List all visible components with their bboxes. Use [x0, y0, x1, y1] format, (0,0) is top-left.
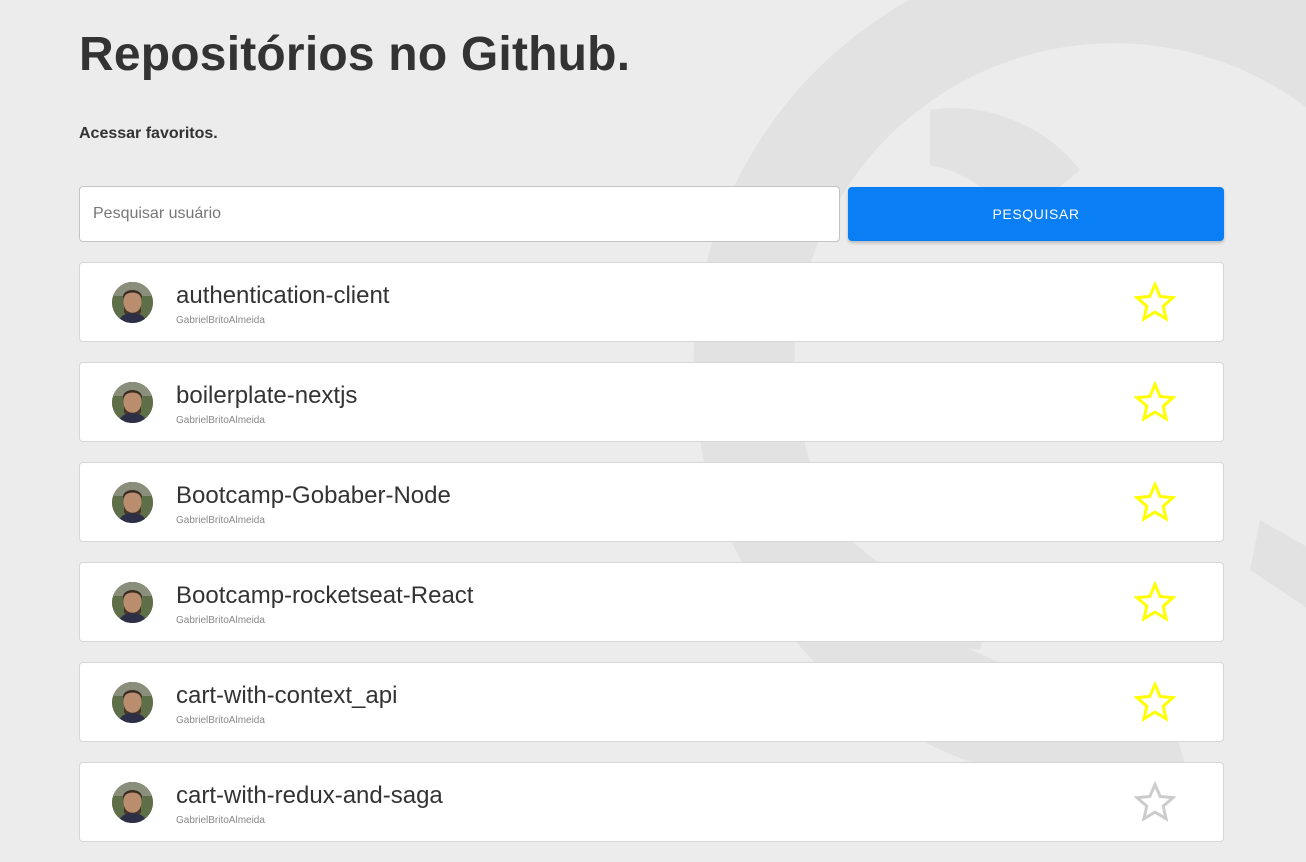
repository-owner: GabrielBritoAlmeida: [176, 415, 265, 426]
avatar: [112, 582, 153, 623]
list-item[interactable]: boilerplate-nextjs GabrielBritoAlmeida: [79, 362, 1224, 442]
avatar: [112, 682, 153, 723]
page: Repositórios no Github. Acessar favorito…: [0, 0, 1306, 862]
repository-name[interactable]: authentication-client: [176, 282, 389, 310]
avatar: [112, 782, 153, 823]
list-item[interactable]: cart-with-redux-and-saga GabrielBritoAlm…: [79, 762, 1224, 842]
repository-name[interactable]: cart-with-redux-and-saga: [176, 782, 443, 810]
search-input[interactable]: [79, 186, 840, 242]
search-form: PESQUISAR: [79, 186, 1224, 242]
star-icon-favorited[interactable]: [1134, 581, 1176, 623]
repository-name[interactable]: Bootcamp-rocketseat-React: [176, 582, 473, 610]
repository-owner: GabrielBritoAlmeida: [176, 815, 265, 826]
star-icon-favorited[interactable]: [1134, 281, 1176, 323]
star-icon-favorited[interactable]: [1134, 681, 1176, 723]
repository-owner: GabrielBritoAlmeida: [176, 615, 265, 626]
repository-owner: GabrielBritoAlmeida: [176, 515, 265, 526]
list-item[interactable]: Bootcamp-Gobaber-Node GabrielBritoAlmeid…: [79, 462, 1224, 542]
star-icon[interactable]: [1134, 781, 1176, 823]
list-item[interactable]: Bootcamp-rocketseat-React GabrielBritoAl…: [79, 562, 1224, 642]
repository-owner: GabrielBritoAlmeida: [176, 715, 265, 726]
repository-owner: GabrielBritoAlmeida: [176, 315, 265, 326]
list-item[interactable]: cart-with-context_api GabrielBritoAlmeid…: [79, 662, 1224, 742]
repository-name[interactable]: cart-with-context_api: [176, 682, 397, 710]
search-button[interactable]: PESQUISAR: [848, 187, 1224, 241]
page-title: Repositórios no Github.: [79, 28, 631, 81]
avatar: [112, 282, 153, 323]
star-icon-favorited[interactable]: [1134, 481, 1176, 523]
repository-name[interactable]: boilerplate-nextjs: [176, 382, 357, 410]
avatar: [112, 482, 153, 523]
star-icon-favorited[interactable]: [1134, 381, 1176, 423]
repository-name[interactable]: Bootcamp-Gobaber-Node: [176, 482, 451, 510]
list-item[interactable]: authentication-client GabrielBritoAlmeid…: [79, 262, 1224, 342]
avatar: [112, 382, 153, 423]
favorites-link[interactable]: Acessar favoritos.: [79, 125, 218, 143]
